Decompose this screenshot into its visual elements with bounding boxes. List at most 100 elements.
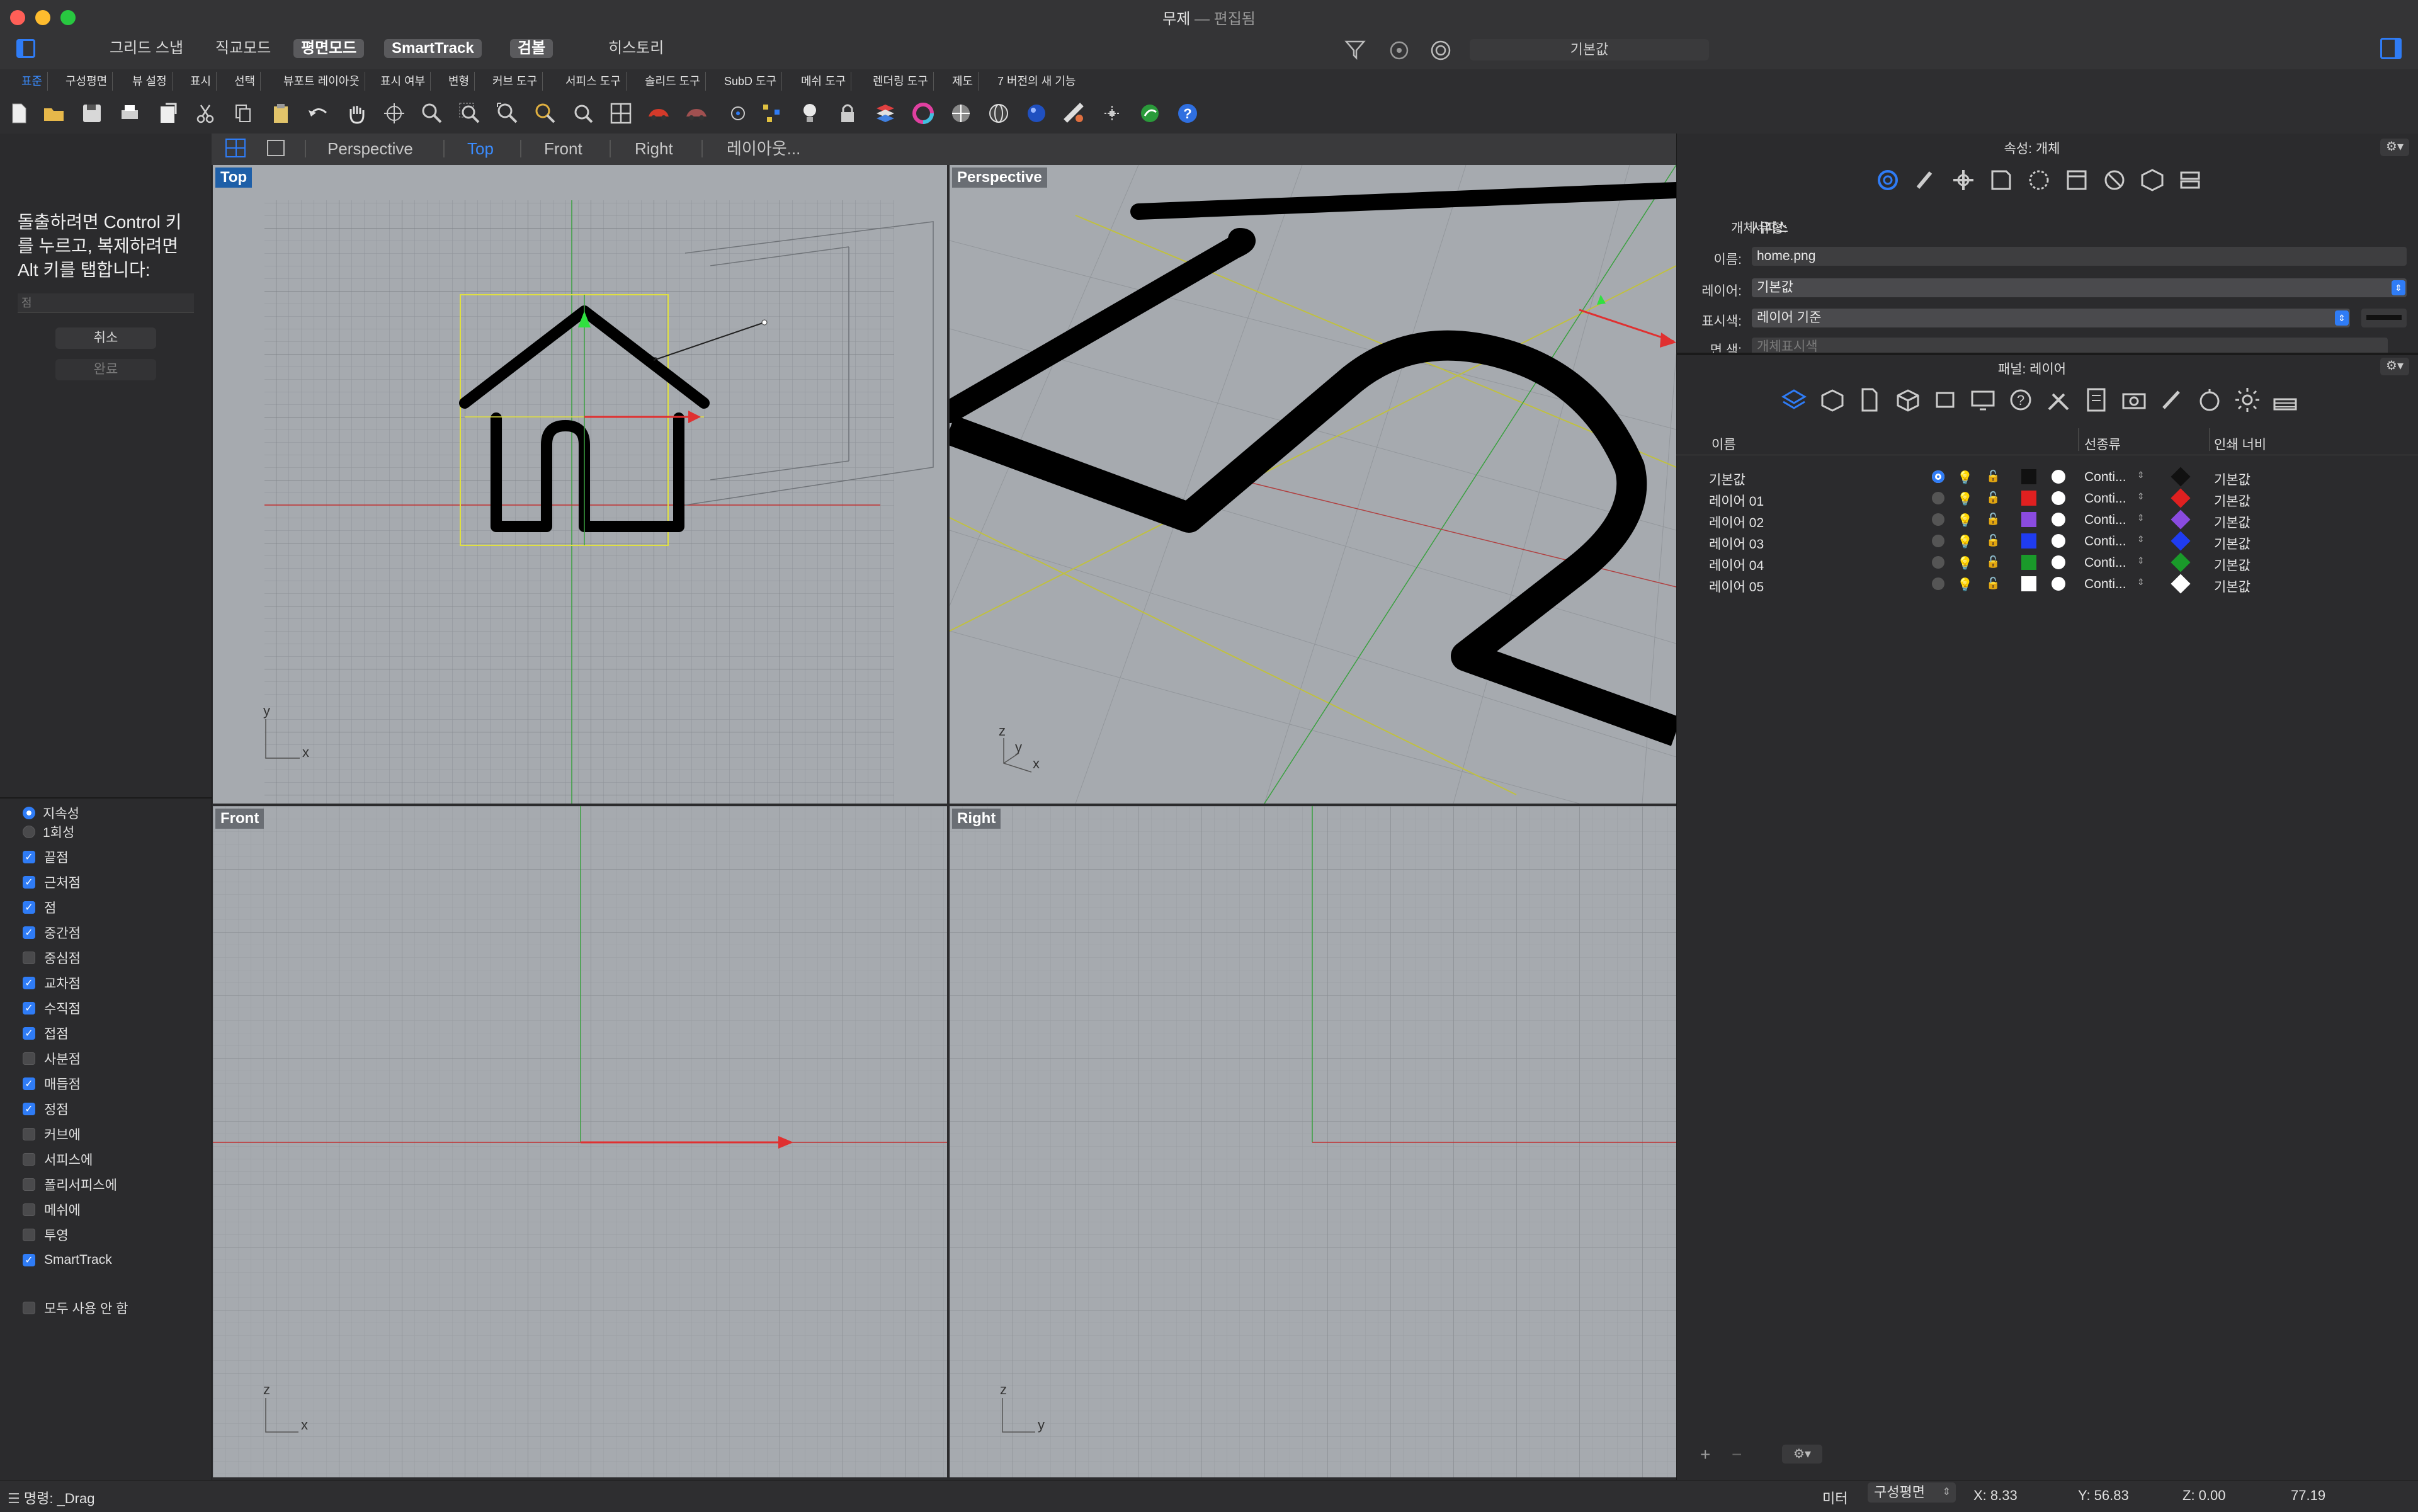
- grid-snap-button[interactable]: 그리드 스냅: [102, 39, 191, 58]
- cut-icon[interactable]: [193, 101, 218, 126]
- visibility-bulb-icon[interactable]: 💡: [1957, 577, 1973, 593]
- lock-icon[interactable]: 🔓: [1986, 470, 2000, 483]
- brush-icon[interactable]: [2157, 385, 2186, 414]
- shut-lining-icon[interactable]: [2138, 166, 2166, 194]
- search-field[interactable]: 기본값: [1470, 39, 1709, 60]
- import-icon[interactable]: [155, 101, 180, 126]
- layer-print-width[interactable]: 기본값: [2214, 491, 2251, 510]
- wireframe-sphere-icon[interactable]: [986, 101, 1011, 126]
- layer-color-swatch[interactable]: [2021, 576, 2036, 591]
- osnap-item[interactable]: 폴리서피스에: [23, 1173, 117, 1197]
- visibility-bulb-icon[interactable]: 💡: [1957, 470, 1973, 486]
- layer-select[interactable]: 기본값 ⇕: [1752, 278, 2407, 297]
- four-viewports-icon[interactable]: [608, 101, 633, 126]
- viewport-tab-front[interactable]: Front: [544, 139, 582, 159]
- print-icon[interactable]: [117, 101, 142, 126]
- osnap-item[interactable]: ✓ 점: [23, 895, 56, 919]
- material-circle-icon[interactable]: [2052, 555, 2065, 569]
- layer-row[interactable]: 기본값 💡 🔓 Conti... ⇕ 기본값: [1676, 466, 2418, 487]
- set-current-layer-button[interactable]: [1932, 577, 1944, 590]
- sun-icon[interactable]: [2233, 385, 2262, 414]
- add-layer-button[interactable]: +: [1700, 1445, 1710, 1465]
- right-panel-toggle-icon[interactable]: [2380, 38, 2402, 59]
- undo-view-icon[interactable]: [570, 101, 596, 126]
- tab-whats-new[interactable]: 7 버전의 새 기능: [992, 72, 1081, 91]
- rendered-sphere-icon[interactable]: [1024, 101, 1049, 126]
- viewport-top[interactable]: y x Top: [213, 165, 947, 804]
- layer-print-width[interactable]: 기본값: [2214, 534, 2251, 553]
- command-input[interactable]: 점: [18, 293, 194, 313]
- points-on-icon[interactable]: [759, 101, 785, 126]
- material-circle-icon[interactable]: [2052, 491, 2065, 505]
- layer-name[interactable]: 레이어 05: [1709, 577, 1764, 596]
- done-button[interactable]: 완료: [55, 359, 156, 380]
- tab-mesh-tools[interactable]: 메쉬 도구: [796, 72, 852, 91]
- object-properties-icon[interactable]: [1874, 166, 1902, 194]
- box-icon[interactable]: [1893, 385, 1922, 414]
- document-icon[interactable]: [1855, 385, 1884, 414]
- light-bulb-icon[interactable]: [797, 101, 822, 126]
- environment-icon[interactable]: [2195, 385, 2224, 414]
- layer-name[interactable]: 기본값: [1709, 470, 1745, 489]
- material-properties-icon[interactable]: [1912, 166, 1939, 194]
- layer-color-swatch[interactable]: [2021, 512, 2036, 527]
- set-current-layer-button[interactable]: [1932, 492, 1944, 504]
- layer-print-width[interactable]: 기본값: [2214, 470, 2251, 489]
- layer-name[interactable]: 레이어 04: [1709, 555, 1764, 574]
- material-circle-icon[interactable]: [2052, 577, 2065, 591]
- layers-icon[interactable]: [1779, 385, 1808, 414]
- name-field[interactable]: home.png: [1752, 247, 2407, 266]
- print-color-diamond[interactable]: [2171, 552, 2191, 572]
- display-color-swatch[interactable]: [2361, 309, 2407, 327]
- tab-transform[interactable]: 변형: [443, 72, 475, 91]
- layer-print-width[interactable]: 기본값: [2214, 555, 2251, 574]
- tab-render-tools[interactable]: 렌더링 도구: [868, 72, 934, 91]
- osnap-item[interactable]: 사분점: [23, 1047, 81, 1071]
- osnap-item[interactable]: 투영: [23, 1223, 69, 1247]
- print-color-diamond[interactable]: [2171, 488, 2191, 508]
- visibility-bulb-icon[interactable]: 💡: [1957, 491, 1973, 507]
- cplane-icon[interactable]: [1931, 385, 1960, 414]
- lock-icon[interactable]: 🔓: [1986, 534, 2000, 547]
- viewport-perspective[interactable]: z y x Perspective: [950, 165, 1676, 804]
- cplane-select[interactable]: 구성평면 ⇕: [1868, 1482, 1956, 1503]
- layer-color-swatch[interactable]: [2021, 491, 2036, 506]
- layer-row[interactable]: 레이어 02 💡 🔓 Conti... ⇕ 기본값: [1676, 509, 2418, 530]
- top-view-canvas[interactable]: y x: [213, 165, 947, 804]
- shaded-sphere-icon[interactable]: [948, 101, 973, 126]
- layer-name[interactable]: 레이어 02: [1709, 513, 1764, 531]
- osnap-item[interactable]: ✓ 중간점: [23, 921, 81, 945]
- lock-icon[interactable]: 🔓: [1986, 491, 2000, 504]
- tab-subd-tools[interactable]: SubD 도구: [719, 72, 783, 91]
- help-circle-icon[interactable]: ?: [2006, 385, 2035, 414]
- display-color-select[interactable]: 레이어 기준 ⇕: [1752, 309, 2350, 327]
- viewport-label-front[interactable]: Front: [215, 809, 264, 829]
- viewport-label-top[interactable]: Top: [215, 168, 253, 188]
- rotate-view-icon[interactable]: [382, 101, 407, 126]
- layer-linetype[interactable]: Conti...: [2084, 555, 2126, 571]
- front-view-canvas[interactable]: z x: [213, 806, 947, 1477]
- close-window-button[interactable]: [10, 10, 25, 25]
- tab-drafting[interactable]: 제도: [947, 72, 979, 91]
- decal-icon[interactable]: [1950, 166, 1977, 194]
- layer-linetype[interactable]: Conti...: [2084, 491, 2126, 506]
- render-car-icon[interactable]: [684, 101, 709, 126]
- material-circle-icon[interactable]: [2052, 470, 2065, 484]
- visibility-bulb-icon[interactable]: 💡: [1957, 534, 1973, 550]
- pan-hand-icon[interactable]: [344, 101, 369, 126]
- single-view-layout-icon[interactable]: [267, 140, 285, 156]
- layer-print-width[interactable]: 기본값: [2214, 513, 2251, 531]
- remove-layer-button[interactable]: −: [1732, 1445, 1742, 1465]
- osnap-item[interactable]: ✓ 수직점: [23, 996, 81, 1020]
- osnap-item[interactable]: 메쉬에: [23, 1198, 81, 1222]
- gumball-icon[interactable]: [1099, 101, 1125, 126]
- layer-name[interactable]: 레이어 03: [1709, 534, 1764, 553]
- visibility-bulb-icon[interactable]: 💡: [1957, 555, 1973, 571]
- osnap-item[interactable]: ✓ SmartTrack: [23, 1248, 112, 1272]
- viewport-tab-perspective[interactable]: Perspective: [327, 139, 413, 159]
- layer-linetype[interactable]: Conti...: [2084, 513, 2126, 528]
- print-color-diamond[interactable]: [2171, 574, 2191, 594]
- planar-button[interactable]: 평면모드: [293, 39, 365, 58]
- save-icon[interactable]: [79, 101, 105, 126]
- osnap-disable-all[interactable]: 모두 사용 안 함: [23, 1296, 128, 1320]
